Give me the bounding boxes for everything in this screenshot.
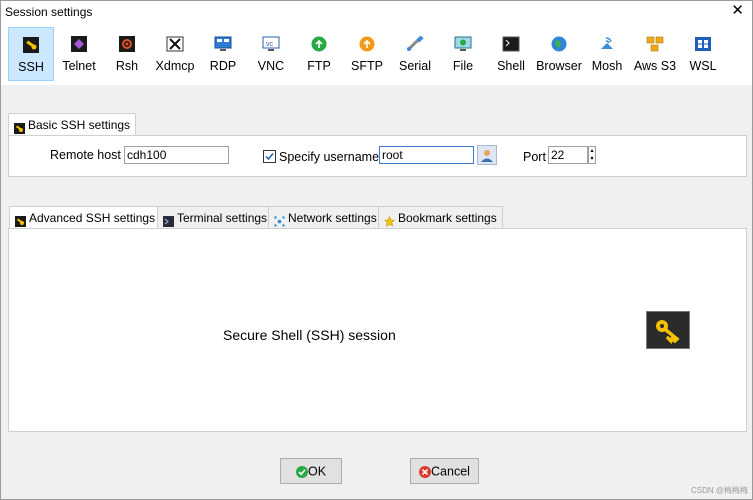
file-icon [454,36,472,52]
tab-network-settings[interactable]: Network settings [268,206,383,228]
window-title: Session settings [5,5,93,19]
shell-icon [502,36,520,52]
session-settings-window: Session settings ✕ SSH Telnet Rsh Xdmcp … [0,0,753,500]
port-input[interactable]: 22 [548,146,588,164]
cancel-button[interactable]: Cancel [410,458,479,484]
rdp-icon [214,36,232,52]
sftp-icon [358,36,376,52]
protocol-shell[interactable]: Shell [488,27,534,81]
tab-label: Basic SSH settings [28,118,131,132]
aws-s3-icon [646,36,664,52]
port-spinner[interactable]: ▴ ▾ [588,146,596,164]
ssh-small-icon [14,119,25,135]
protocol-sftp[interactable]: SFTP [344,27,390,81]
protocol-telnet[interactable]: Telnet [56,27,102,81]
serial-icon [406,36,424,52]
protocol-xdmcp[interactable]: Xdmcp [152,27,198,81]
wsl-icon [694,36,712,52]
browser-icon [550,36,568,52]
spin-down-icon: ▾ [590,156,594,162]
protocol-rdp[interactable]: RDP [200,27,246,81]
protocol-vnc[interactable]: vc VNC [248,27,294,81]
ok-check-icon [295,465,308,479]
remote-host-label: Remote host * [50,148,130,162]
protocol-mosh[interactable]: Mosh [584,27,630,81]
tab-advanced-ssh-settings[interactable]: Advanced SSH settings [9,206,162,228]
ftp-icon [310,36,328,52]
rsh-icon [118,36,136,52]
mosh-icon [598,36,616,52]
spin-up-icon: ▴ [590,148,594,154]
protocol-serial[interactable]: Serial [392,27,438,81]
protocol-wsl[interactable]: WSL [680,27,726,81]
advanced-settings-panel: Secure Shell (SSH) session [8,228,747,432]
remote-host-input[interactable]: cdh100 [124,146,229,164]
tab-bookmark-settings[interactable]: Bookmark settings [378,206,503,228]
ok-button[interactable]: OK [280,458,342,484]
port-label: Port [523,150,546,164]
network-icon [274,212,285,228]
vnc-icon: vc [262,36,280,52]
tab-terminal-settings[interactable]: Terminal settings [157,206,274,228]
ok-label: OK [307,464,327,479]
xdmcp-icon [166,36,184,52]
cancel-label: Cancel [431,464,470,479]
protocol-file[interactable]: File [440,27,486,81]
session-description: Secure Shell (SSH) session [223,327,396,343]
watermark: CSDN @梅梅梅 [690,486,748,495]
protocol-label: WSL [689,59,717,73]
tab-label: Terminal settings [177,211,268,225]
ssh-icon [22,37,40,53]
user-picker-button[interactable] [477,145,497,165]
protocol-rsh[interactable]: Rsh [104,27,150,81]
close-button[interactable]: ✕ [731,3,744,19]
title-bar: Session settings ✕ [1,1,752,23]
tab-label: Bookmark settings [398,211,497,225]
specify-username-checkbox[interactable] [263,150,276,163]
specify-username-label: Specify username [279,150,380,164]
tab-label: Network settings [288,211,377,225]
key-icon [646,311,690,349]
tab-label: Advanced SSH settings [29,211,156,225]
terminal-icon [163,212,174,228]
protocol-aws-s3[interactable]: Aws S3 [632,27,678,81]
telnet-icon [70,36,88,52]
protocol-ftp[interactable]: FTP [296,27,342,81]
protocol-toolbar: SSH Telnet Rsh Xdmcp RDP vc VNC FTP SFTP… [1,23,752,85]
basic-settings-panel: Remote host * cdh100 Specify username ro… [8,135,747,177]
ssh-small-icon [15,212,26,228]
cancel-x-icon [419,465,432,479]
star-icon [383,212,396,228]
tab-basic-ssh-settings[interactable]: Basic SSH settings [8,113,137,135]
protocol-browser[interactable]: Browser [536,27,582,81]
svg-text:vc: vc [266,41,274,48]
username-input[interactable]: root [379,146,474,164]
protocol-ssh[interactable]: SSH [8,27,54,81]
